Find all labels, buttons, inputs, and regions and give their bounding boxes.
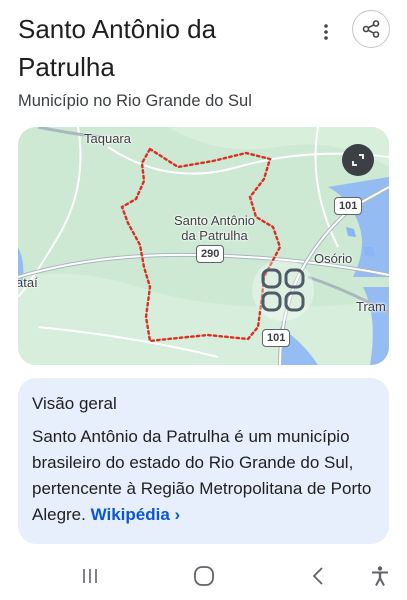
share-button[interactable] [352,10,390,48]
overview-card: Visão geral Santo Antônio da Patrulha é … [18,378,389,544]
expand-map-button[interactable] [342,144,374,176]
overview-text: Santo Antônio da Patrulha é um município… [32,424,375,528]
lens-icon [261,268,305,312]
page-subtitle: Município no Rio Grande do Sul [18,92,252,110]
recent-apps-icon [83,569,97,583]
recent-apps-button[interactable] [76,562,104,590]
map-label-taquara: Taquara [84,131,131,146]
back-icon [312,567,323,585]
map-label-right: Tram [356,299,386,314]
home-button[interactable] [190,562,218,590]
map-label-city: Santo Antônio da Patrulha [174,213,255,243]
route-shield-101-bottom: 101 [262,329,291,347]
back-button[interactable] [304,562,332,590]
accessibility-button[interactable] [366,562,394,590]
accessibility-icon [372,566,388,586]
overview-heading: Visão geral [32,394,117,413]
lens-button[interactable] [252,259,314,321]
fullscreen-icon [352,154,364,166]
home-icon [194,566,214,586]
page-title: Santo Antônio da Patrulha [18,14,217,82]
route-shield-101-top: 101 [334,197,363,215]
map-label-osorio: Osório [314,251,353,266]
map-label-left: ataí [18,275,38,290]
more-options-button[interactable] [316,22,336,42]
wikipedia-link[interactable]: Wikipédia › [91,505,181,524]
map-preview[interactable]: Taquara Santo Antônio da Patrulha Osório… [18,127,389,365]
system-nav-bar [0,552,407,600]
route-shield-290: 290 [196,245,225,263]
share-icon [362,20,380,38]
more-vert-icon [324,24,328,40]
overview-description: Santo Antônio da Patrulha é um município… [32,427,372,524]
